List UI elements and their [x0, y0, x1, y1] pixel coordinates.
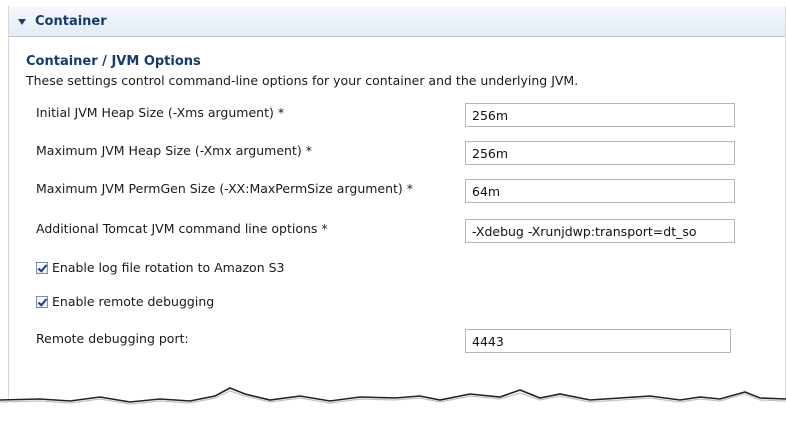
- max-heap-input[interactable]: [465, 141, 735, 165]
- initial-heap-label: Initial JVM Heap Size (-Xms argument) *: [36, 105, 285, 120]
- log-rotation-row[interactable]: Enable log file rotation to Amazon S3: [36, 260, 284, 275]
- tomcat-options-input[interactable]: [465, 219, 735, 243]
- checkmark-icon: [37, 261, 48, 273]
- debug-port-label: Remote debugging port:: [36, 331, 189, 346]
- section-title: Container: [35, 14, 107, 29]
- group-title: Container / JVM Options: [26, 54, 201, 69]
- checkmark-icon: [37, 295, 48, 307]
- max-permgen-input[interactable]: [465, 179, 735, 203]
- group-description: These settings control command-line opti…: [26, 73, 579, 88]
- remote-debugging-label[interactable]: Enable remote debugging: [52, 294, 214, 309]
- container-section-header[interactable]: Container: [9, 6, 785, 37]
- container-settings-panel: Container Container / JVM Options These …: [8, 6, 786, 421]
- max-heap-label: Maximum JVM Heap Size (-Xmx argument) *: [36, 143, 312, 158]
- debug-port-input[interactable]: [465, 329, 731, 353]
- remote-debugging-checkbox[interactable]: [36, 295, 48, 308]
- log-rotation-label[interactable]: Enable log file rotation to Amazon S3: [52, 260, 284, 275]
- max-permgen-label: Maximum JVM PermGen Size (-XX:MaxPermSiz…: [36, 181, 414, 196]
- remote-debugging-row[interactable]: Enable remote debugging: [36, 294, 214, 309]
- log-rotation-checkbox[interactable]: [36, 261, 48, 274]
- tomcat-options-label: Additional Tomcat JVM command line optio…: [36, 221, 328, 236]
- torn-edge-decoration: [0, 387, 786, 423]
- triangle-down-icon[interactable]: [18, 18, 26, 25]
- initial-heap-input[interactable]: [465, 103, 735, 127]
